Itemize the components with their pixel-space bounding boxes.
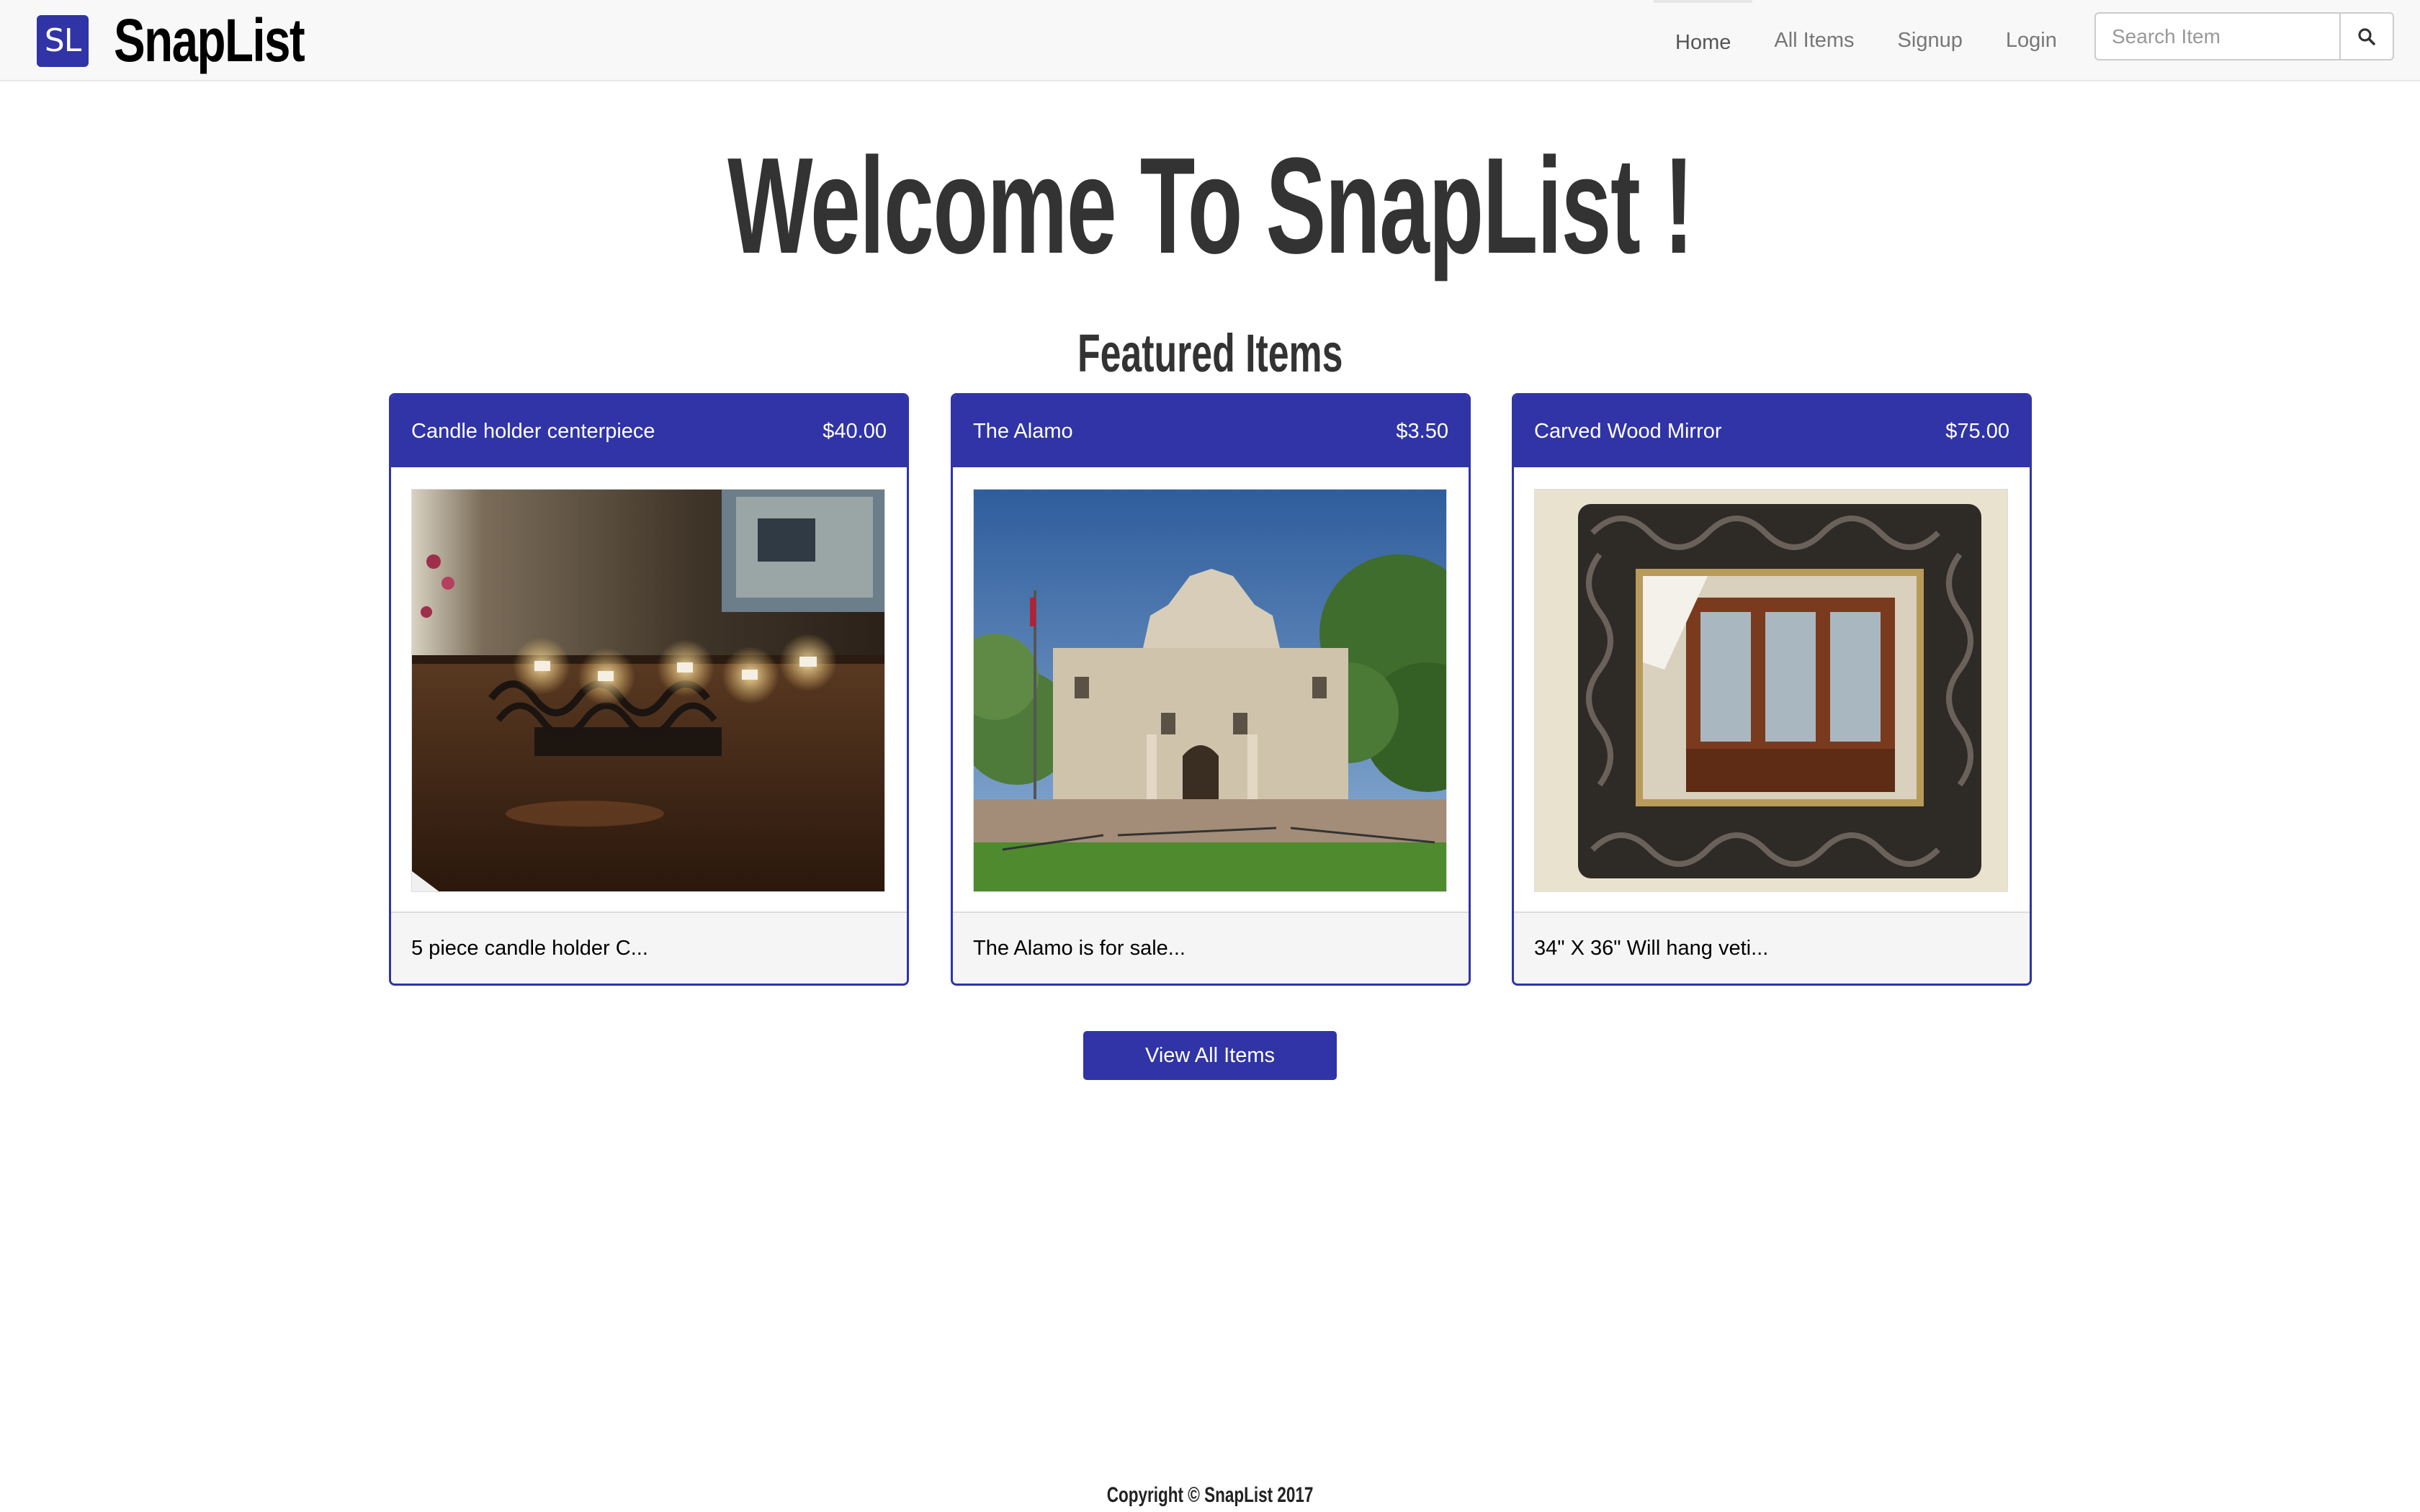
copyright-text: Copyright © SnapList 2017 [1106,1483,1314,1507]
item-card-footer: 5 piece candle holder C... [391,912,907,984]
item-card-body [1514,467,2030,914]
navbar: SL SnapList Home All Items Signup Login [0,0,2420,81]
page-title: Welcome To SnapList ! [0,134,2420,278]
item-card-header: Candle holder centerpiece $40.00 [391,395,907,467]
nav-login-label: Login [2005,29,2057,52]
candle-holder-photo[interactable] [411,489,885,892]
item-card[interactable]: The Alamo $3.50 The Alamo is for sale... [951,393,1471,986]
copyright-footer: Copyright © SnapList 2017 [0,1479,2420,1512]
item-card-footer: 34" X 36" Will hang veti... [1514,912,2030,984]
search-icon [2358,27,2375,45]
item-price: $75.00 [1945,419,2009,443]
item-card-body [953,467,1469,914]
nav-home[interactable]: Home [1654,0,1753,81]
item-title[interactable]: Carved Wood Mirror [1534,420,1722,444]
search-button[interactable] [2339,12,2394,60]
nav-signup[interactable]: Signup [1876,0,1984,81]
alamo-photo[interactable] [973,489,1447,892]
item-description: 5 piece candle holder C... [411,936,648,960]
search-form [2094,12,2394,60]
nav-login[interactable]: Login [1984,0,2079,81]
featured-items-heading-text: Featured Items [1077,323,1343,383]
nav-all-items-label: All Items [1774,29,1855,52]
item-price: $40.00 [823,419,887,443]
search-input[interactable] [2094,12,2339,60]
nav-home-label: Home [1675,31,1731,54]
item-title[interactable]: The Alamo [973,420,1073,444]
page-title-text: Welcome To SnapList ! [727,130,1694,282]
featured-items-heading: Featured Items [0,321,2420,386]
item-description: The Alamo is for sale... [973,936,1186,960]
nav-all-items[interactable]: All Items [1752,0,1876,81]
item-description: 34" X 36" Will hang veti... [1534,936,1769,960]
view-all-items-button[interactable]: View All Items [1083,1031,1337,1080]
nav-signup-label: Signup [1897,29,1963,52]
item-title[interactable]: Candle holder centerpiece [411,420,655,444]
item-price: $3.50 [1396,419,1448,443]
item-card-header: Carved Wood Mirror $75.00 [1514,395,2030,467]
item-card-footer: The Alamo is for sale... [953,912,1469,984]
carved-mirror-photo[interactable] [1534,489,2008,892]
item-card[interactable]: Carved Wood Mirror $75.00 34" X 36" Will… [1512,393,2032,986]
item-card-body [391,467,907,914]
brand-name[interactable]: SnapList [114,4,305,76]
nav-links: Home All Items Signup Login [1654,0,2079,81]
item-card[interactable]: Candle holder centerpiece $40.00 5 piece… [389,393,909,986]
brand-logo[interactable]: SL [37,15,89,67]
item-card-header: The Alamo $3.50 [953,395,1469,467]
